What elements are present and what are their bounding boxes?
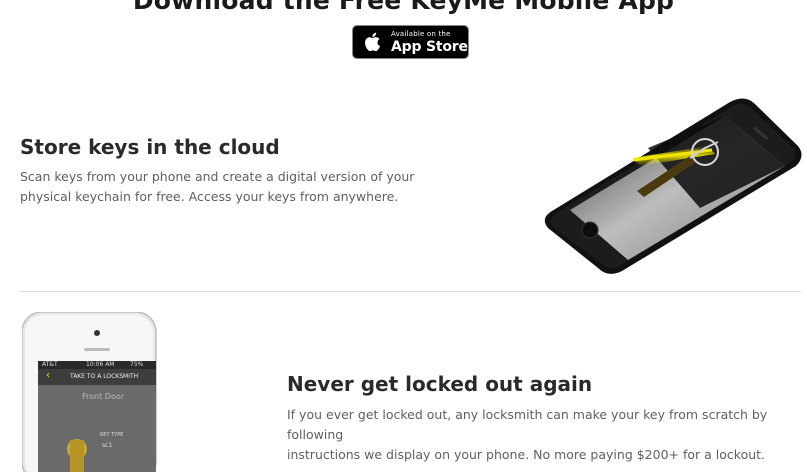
phone-locksmith-image: AT&T 10:06 AM 75% ‹ TAKE TO A LOCKSMITH … (22, 312, 158, 472)
page-title: Download the Free KeyMe Mobile App (132, 0, 675, 15)
section-text-line: physical keychain for free. Access your … (20, 189, 399, 204)
back-chevron-icon[interactable]: ‹ (46, 370, 50, 381)
appstore-small-label: Available on the (391, 29, 451, 38)
key-name: Front Door (82, 392, 125, 401)
section-heading-cloud: Store keys in the cloud (20, 135, 280, 159)
appstore-big-label: App Store (391, 38, 468, 55)
status-carrier: AT&T (42, 361, 58, 368)
section-divider (20, 291, 801, 292)
section-text-line: instructions we display on your phone. N… (287, 447, 766, 462)
apple-icon (365, 32, 380, 52)
status-time: 10:06 AM (86, 361, 115, 368)
status-battery: 75% (130, 361, 144, 368)
nav-title: TAKE TO A LOCKSMITH (70, 373, 139, 380)
key-type-label: KEY TYPE (100, 432, 124, 438)
section-text-lockout: If you ever get locked out, any locksmit… (287, 405, 802, 465)
section-text-line: If you ever get locked out, any locksmit… (287, 407, 768, 442)
section-text-line: Scan keys from your phone and create a d… (20, 169, 415, 184)
app-store-button[interactable]: Available on the App Store (352, 25, 469, 59)
key-type-value: sc1 (102, 442, 113, 449)
section-heading-lockout: Never get locked out again (287, 372, 593, 396)
section-text-cloud: Scan keys from your phone and create a d… (20, 167, 420, 207)
phone-scan-image (544, 98, 802, 274)
